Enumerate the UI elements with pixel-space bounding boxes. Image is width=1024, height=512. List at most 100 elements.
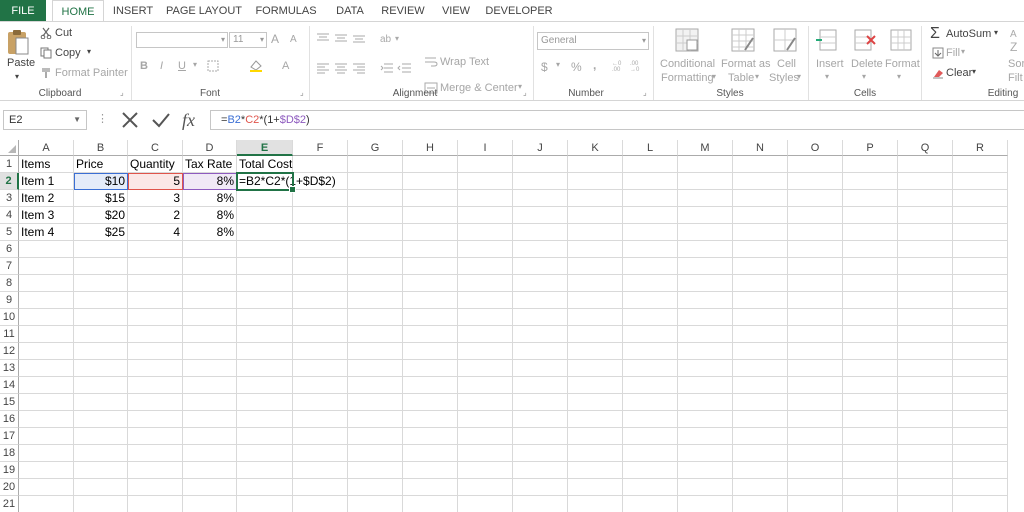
column-header-o[interactable]: O [788, 140, 843, 156]
row-header-13[interactable]: 13 [0, 360, 19, 377]
cell-d1[interactable]: Tax Rate [183, 156, 237, 173]
sort-filter-icon[interactable]: AZ [1010, 27, 1024, 60]
cell-f11[interactable] [293, 326, 348, 343]
column-header-p[interactable]: P [843, 140, 898, 156]
cell-c9[interactable] [128, 292, 183, 309]
fill-dropdown-icon[interactable]: ▾ [961, 47, 965, 56]
cell-n2[interactable] [733, 173, 788, 190]
paste-dropdown-icon[interactable]: ▾ [15, 72, 19, 81]
cell-c13[interactable] [128, 360, 183, 377]
cell-l3[interactable] [623, 190, 678, 207]
cell-m16[interactable] [678, 411, 733, 428]
column-header-r[interactable]: R [953, 140, 1008, 156]
format-cells-button[interactable]: Format [885, 58, 920, 70]
cell-q19[interactable] [898, 462, 953, 479]
cell-c20[interactable] [128, 479, 183, 496]
cell-m5[interactable] [678, 224, 733, 241]
cell-j18[interactable] [513, 445, 568, 462]
tab-view[interactable]: VIEW [436, 0, 476, 22]
cancel-formula-icon[interactable] [120, 111, 140, 132]
cell-styles-icon[interactable] [773, 28, 799, 57]
cell-r7[interactable] [953, 258, 1008, 275]
cell-d17[interactable] [183, 428, 237, 445]
cell-p16[interactable] [843, 411, 898, 428]
cell-f21[interactable] [293, 496, 348, 512]
row-header-3[interactable]: 3 [0, 190, 19, 207]
cell-o14[interactable] [788, 377, 843, 394]
cell-n19[interactable] [733, 462, 788, 479]
cell-b21[interactable] [74, 496, 128, 512]
cell-g14[interactable] [348, 377, 403, 394]
cell-l19[interactable] [623, 462, 678, 479]
cell-n9[interactable] [733, 292, 788, 309]
fill-handle[interactable] [289, 186, 296, 193]
cell-p19[interactable] [843, 462, 898, 479]
cell-d19[interactable] [183, 462, 237, 479]
cell-o19[interactable] [788, 462, 843, 479]
cell-e15[interactable] [237, 394, 293, 411]
cell-d21[interactable] [183, 496, 237, 512]
cell-h2[interactable] [403, 173, 458, 190]
align-top-icon[interactable] [316, 32, 368, 47]
cell-k11[interactable] [568, 326, 623, 343]
cell-b20[interactable] [74, 479, 128, 496]
cell-o18[interactable] [788, 445, 843, 462]
format-cells-icon[interactable] [889, 28, 913, 57]
cell-f8[interactable] [293, 275, 348, 292]
cell-g7[interactable] [348, 258, 403, 275]
row-header-12[interactable]: 12 [0, 343, 19, 360]
cell-j10[interactable] [513, 309, 568, 326]
delete-dropdown-icon[interactable]: ▾ [862, 72, 866, 81]
column-header-c[interactable]: C [128, 140, 183, 156]
cell-o8[interactable] [788, 275, 843, 292]
conditional-formatting-icon[interactable] [675, 28, 701, 57]
cell-r11[interactable] [953, 326, 1008, 343]
cell-e7[interactable] [237, 258, 293, 275]
column-header-f[interactable]: F [293, 140, 348, 156]
cell-b2[interactable]: $10 [74, 173, 128, 190]
cell-q8[interactable] [898, 275, 953, 292]
cell-b13[interactable] [74, 360, 128, 377]
cell-k8[interactable] [568, 275, 623, 292]
row-header-17[interactable]: 17 [0, 428, 19, 445]
delete-cells-button[interactable]: Delete [851, 58, 883, 70]
cell-a19[interactable] [19, 462, 74, 479]
cell-j4[interactable] [513, 207, 568, 224]
row-header-6[interactable]: 6 [0, 241, 19, 258]
cell-b5[interactable]: $25 [74, 224, 128, 241]
autosum-button[interactable]: AutoSum [946, 28, 991, 40]
cell-d3[interactable]: 8% [183, 190, 237, 207]
cell-b8[interactable] [74, 275, 128, 292]
currency-dropdown-icon[interactable]: ▾ [556, 60, 560, 69]
cell-a20[interactable] [19, 479, 74, 496]
cell-m1[interactable] [678, 156, 733, 173]
cell-p10[interactable] [843, 309, 898, 326]
cell-n21[interactable] [733, 496, 788, 512]
cell-f15[interactable] [293, 394, 348, 411]
cut-icon[interactable] [40, 27, 52, 42]
cell-l4[interactable] [623, 207, 678, 224]
cell-k20[interactable] [568, 479, 623, 496]
insert-cells-button[interactable]: Insert [816, 58, 844, 70]
cell-r17[interactable] [953, 428, 1008, 445]
underline-dropdown-icon[interactable]: ▾ [193, 60, 197, 69]
cell-d4[interactable]: 8% [183, 207, 237, 224]
cell-m4[interactable] [678, 207, 733, 224]
cell-h1[interactable] [403, 156, 458, 173]
row-header-18[interactable]: 18 [0, 445, 19, 462]
cell-i14[interactable] [458, 377, 513, 394]
cell-n17[interactable] [733, 428, 788, 445]
copy-button[interactable]: Copy [55, 47, 81, 59]
cell-i19[interactable] [458, 462, 513, 479]
format-dropdown-icon[interactable]: ▾ [897, 72, 901, 81]
cell-j6[interactable] [513, 241, 568, 258]
cell-a3[interactable]: Item 2 [19, 190, 74, 207]
cell-e20[interactable] [237, 479, 293, 496]
column-header-g[interactable]: G [348, 140, 403, 156]
cell-i17[interactable] [458, 428, 513, 445]
cell-a2[interactable]: Item 1 [19, 173, 74, 190]
font-color-button[interactable]: A [282, 60, 289, 72]
cell-k3[interactable] [568, 190, 623, 207]
cell-m21[interactable] [678, 496, 733, 512]
cell-k10[interactable] [568, 309, 623, 326]
